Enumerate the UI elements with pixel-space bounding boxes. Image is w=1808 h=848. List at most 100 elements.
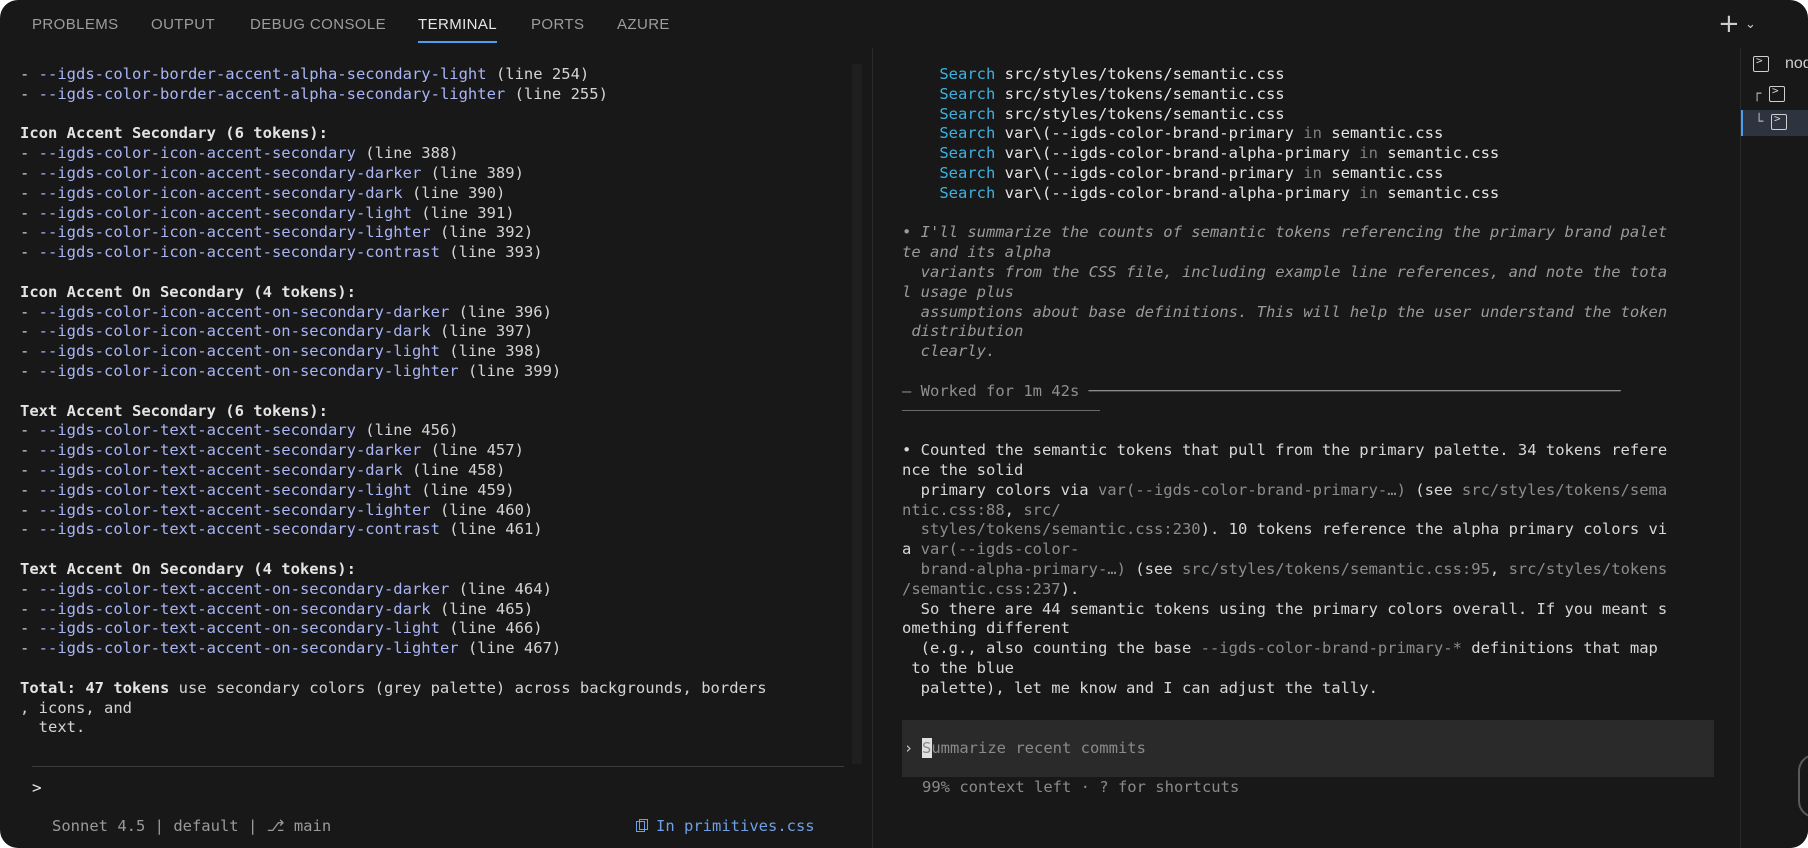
output-line: - --igds-color-text-accent-on-secondary-… xyxy=(20,600,767,620)
tab-terminal[interactable]: TERMINAL xyxy=(418,16,498,43)
status-file-link[interactable]: In primitives.css xyxy=(656,817,815,835)
list-dash: - xyxy=(20,223,39,242)
line-ref: (line 254) xyxy=(486,65,590,83)
list-dash: - xyxy=(20,163,39,182)
line-ref: (line 466) xyxy=(439,619,543,638)
search-line: Search var\(--igds-color-brand-alpha-pri… xyxy=(902,184,1667,204)
tree-connector: └ xyxy=(1755,114,1764,130)
code-ref: styles/tokens/semantic.css:230 xyxy=(902,520,1201,539)
line-ref: (line 457) xyxy=(421,441,524,460)
chevron-down-icon[interactable]: ⌄ xyxy=(1745,17,1756,32)
output-line: - --igds-color-icon-accent-secondary (li… xyxy=(20,144,767,164)
search-file: semantic.css xyxy=(1387,144,1500,163)
thinking-line: • I'll summarize the counts of semantic … xyxy=(902,223,1667,243)
token-name: --igds-color-icon-accent-secondary-darke… xyxy=(38,163,422,182)
group-header: Icon Accent On Secondary (4 tokens): xyxy=(20,282,356,301)
chat-input-box[interactable]: › Summarize recent commits xyxy=(902,720,1714,777)
terminal-item-node[interactable]: nod xyxy=(1751,52,1808,78)
terminal-icon xyxy=(1771,112,1787,130)
list-dash: - xyxy=(20,619,39,638)
split-divider[interactable] xyxy=(872,48,873,848)
line-ref: (line 399) xyxy=(458,361,562,380)
vscode-panel: PROBLEMS OUTPUT DEBUG CONSOLE TERMINAL P… xyxy=(0,0,1808,848)
output-line: text. xyxy=(20,718,767,738)
left-terminal-output: - --igds-color-border-accent-alpha-secon… xyxy=(20,65,767,738)
search-line: Search var\(--igds-color-brand-primary i… xyxy=(902,124,1667,144)
total-label: Total: 47 tokens xyxy=(20,678,170,697)
answer-text: omething different xyxy=(902,619,1070,638)
output-line: - --igds-color-icon-accent-secondary-lig… xyxy=(20,204,767,224)
token-name: --igds-color-text-accent-secondary-contr… xyxy=(38,520,440,539)
list-dash: - xyxy=(20,302,39,321)
left-scrollbar[interactable] xyxy=(852,64,862,764)
token-name: --igds-color-icon-accent-secondary xyxy=(38,144,356,163)
answer-line: (e.g., also counting the base --igds-col… xyxy=(902,639,1667,659)
answer-text: palette), let me know and I can adjust t… xyxy=(902,678,1378,697)
list-dash: - xyxy=(20,203,39,222)
search-keyword: Search xyxy=(939,183,996,202)
tab-ports[interactable]: PORTS xyxy=(531,16,584,33)
line-ref: (line 255) xyxy=(505,84,608,103)
search-keyword: Search xyxy=(939,144,996,163)
code-ref: src/styles/tokens/sema xyxy=(1461,480,1668,499)
line-ref: (line 458) xyxy=(402,460,506,479)
left-terminal-prompt[interactable]: > xyxy=(32,778,42,798)
chat-input-placeholder[interactable]: Summarize recent commits xyxy=(922,739,1146,757)
token-name: --igds-color-text-accent-secondary-dark xyxy=(38,460,403,479)
thinking-line: variants from the CSS file, including ex… xyxy=(902,263,1668,283)
tab-debug-console[interactable]: DEBUG CONSOLE xyxy=(250,16,386,33)
line-ref: (line 397) xyxy=(430,322,534,341)
new-terminal-plus-icon[interactable]: + xyxy=(1718,9,1740,39)
line-ref: (line 456) xyxy=(355,421,459,440)
output-line: Icon Accent Secondary (6 tokens): xyxy=(20,124,767,144)
thinking-line: te and its alpha xyxy=(902,243,1667,263)
code-ref: var(--igds-color-brand-primary-…) xyxy=(1097,480,1406,499)
panel-tab-bar: PROBLEMS OUTPUT DEBUG CONSOLE TERMINAL P… xyxy=(0,0,1808,48)
search-keyword: Search xyxy=(939,104,996,123)
search-keyword: Search xyxy=(939,124,996,143)
answer-text: (see xyxy=(1405,480,1462,499)
search-in: in xyxy=(1293,124,1332,143)
output-line: - --igds-color-text-accent-on-secondary-… xyxy=(20,639,767,659)
terminal-item-child-1[interactable]: ┌ xyxy=(1751,82,1808,108)
token-name: --igds-color-icon-accent-on-secondary-li… xyxy=(38,342,440,361)
terminal-item-child-2[interactable]: └ xyxy=(1741,110,1808,136)
search-line: Search src/styles/tokens/semantic.css xyxy=(902,85,1667,105)
tab-azure[interactable]: AZURE xyxy=(617,16,670,33)
search-pattern: var\(--igds-color-brand-alpha-primary xyxy=(1004,144,1350,163)
terminal-name: nod xyxy=(1785,55,1808,72)
output-line: - --igds-color-text-accent-on-secondary-… xyxy=(20,619,767,639)
answer-line: • Counted the semantic tokens that pull … xyxy=(902,441,1667,461)
token-name: --igds-color-text-accent-secondary-darke… xyxy=(38,441,422,460)
answer-text: , xyxy=(1489,559,1509,578)
token-name: --igds-color-border-accent-alpha-seconda… xyxy=(38,84,506,103)
search-line: Search src/styles/tokens/semantic.css xyxy=(902,105,1667,125)
list-dash: - xyxy=(20,639,39,658)
file-icon xyxy=(636,819,648,832)
answer-text: (see xyxy=(1125,559,1182,578)
line-ref: (line 389) xyxy=(421,163,524,182)
search-line: Search var\(--igds-color-brand-alpha-pri… xyxy=(902,144,1667,164)
token-name: --igds-color-text-accent-on-secondary-da… xyxy=(38,599,431,618)
answer-line: omething different xyxy=(902,619,1667,639)
answer-text: definitions that map xyxy=(1461,639,1658,658)
output-line: - --igds-color-icon-accent-secondary-dar… xyxy=(20,164,767,184)
tab-problems[interactable]: PROBLEMS xyxy=(32,16,119,33)
floating-round-button[interactable] xyxy=(1798,754,1808,818)
search-pattern: var\(--igds-color-brand-primary xyxy=(1004,163,1294,182)
tree-connector: ┌ xyxy=(1753,86,1762,102)
search-in: in xyxy=(1349,183,1388,202)
thinking-line: clearly. xyxy=(902,342,1667,362)
output-line: - --igds-color-text-accent-secondary-dar… xyxy=(20,461,767,481)
model-status-text: Sonnet 4.5 | default | ⎇ main xyxy=(52,817,332,835)
terminal-icon xyxy=(1753,54,1769,72)
tab-output[interactable]: OUTPUT xyxy=(151,16,215,33)
output-line: , icons, and xyxy=(20,699,767,719)
context-left-hint: 99% context left · ? for shortcuts xyxy=(922,778,1240,796)
search-keyword: Search xyxy=(939,84,996,103)
token-name: --igds-color-text-accent-on-secondary-li… xyxy=(38,619,440,638)
list-dash: - xyxy=(20,500,39,519)
